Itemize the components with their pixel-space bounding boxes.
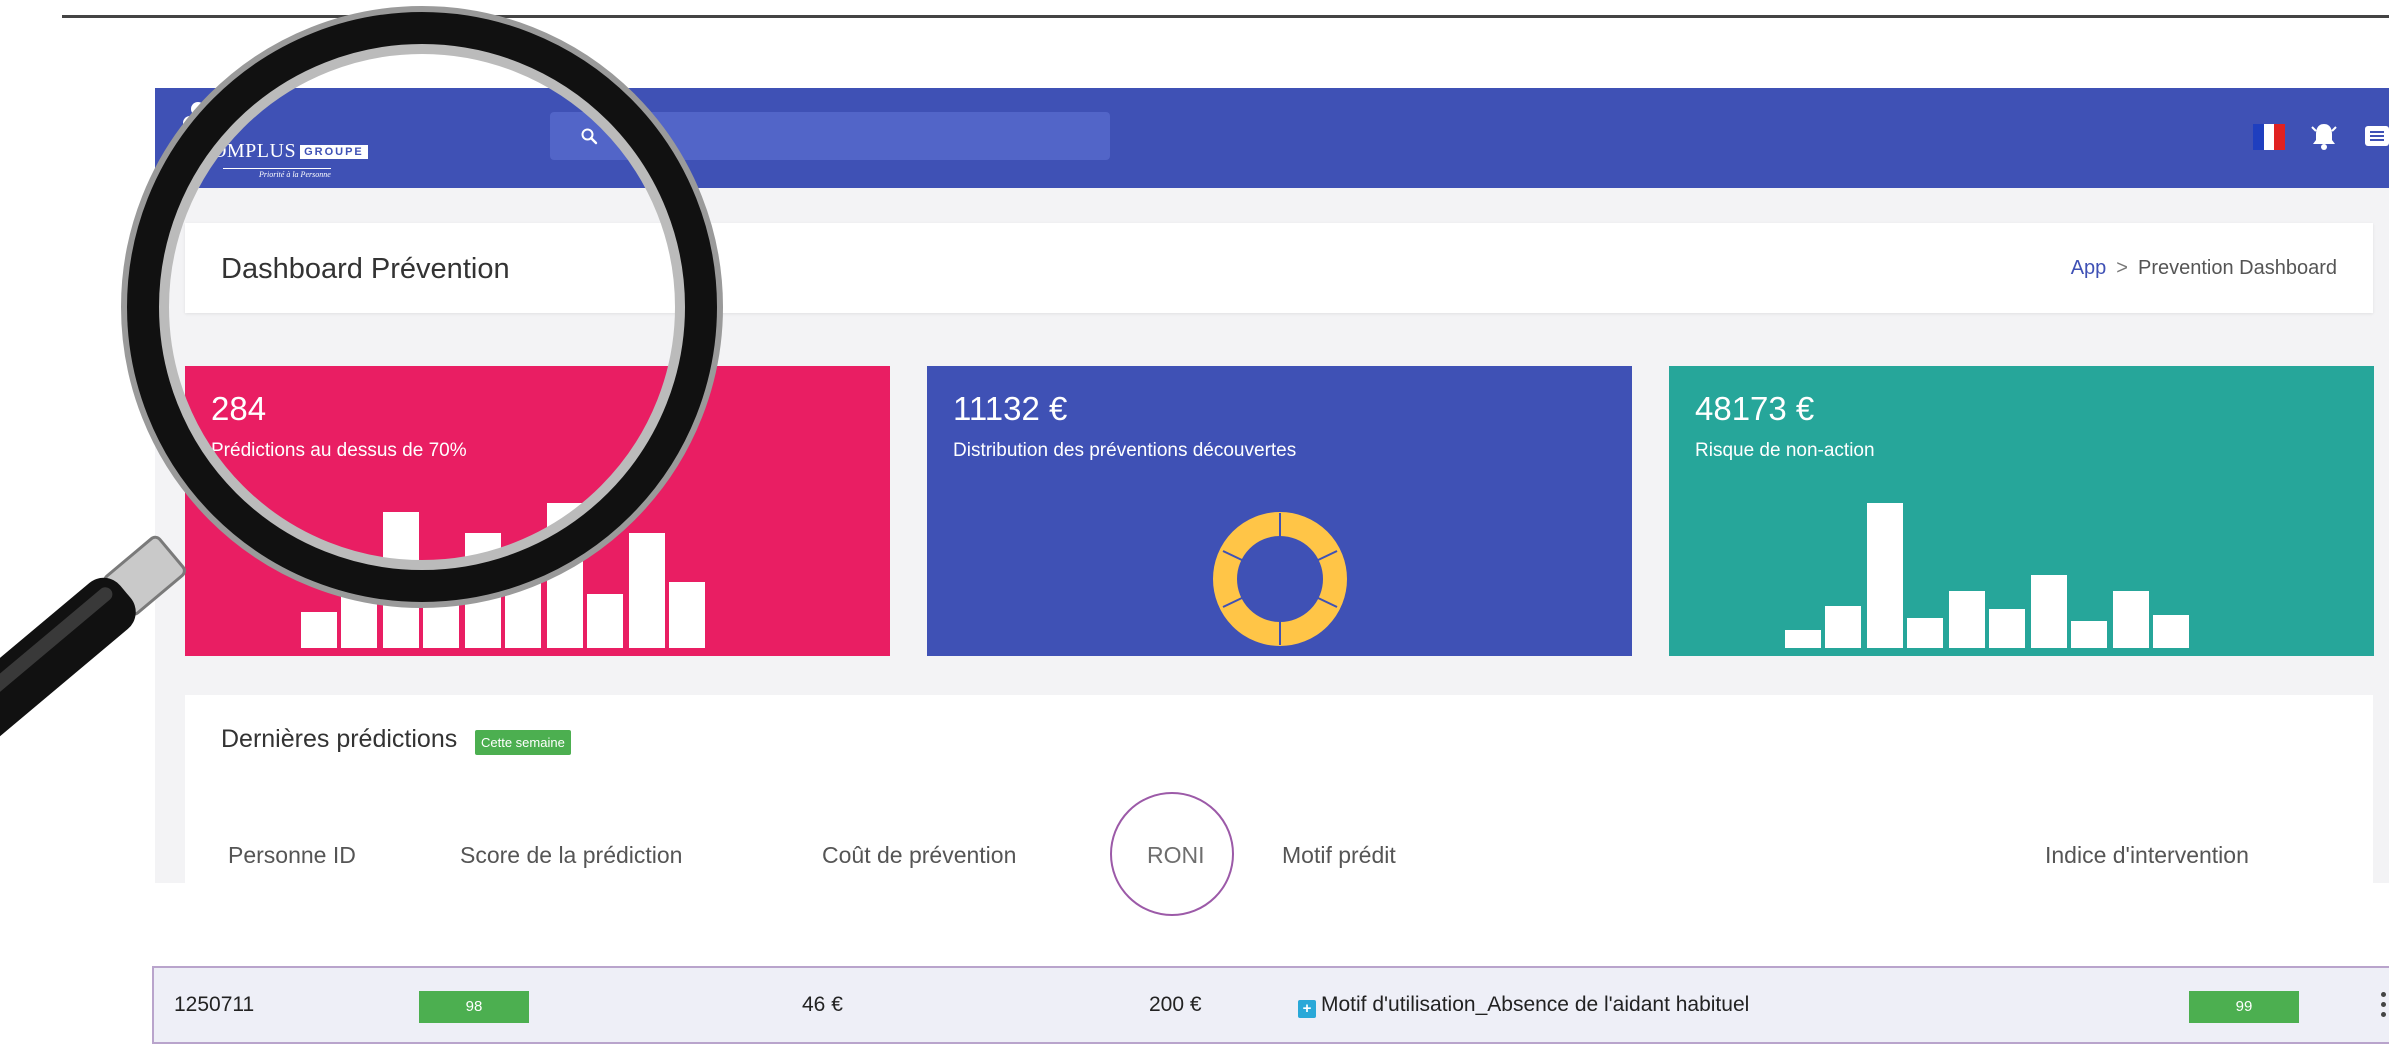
row-roni: 200 € [1149, 993, 1202, 1016]
stat-bar [465, 533, 501, 648]
logo-tagline: Priorité à la Personne [223, 168, 331, 179]
row-cost: 46 € [802, 993, 843, 1016]
stat-bar [383, 512, 419, 648]
breadcrumb: App > Prevention Dashboard [2071, 257, 2337, 280]
column-header-motif[interactable]: Motif prédit [1282, 842, 1396, 869]
stat-label: Risque de non-action [1695, 440, 1875, 461]
stat-bar [301, 612, 337, 648]
stat-bar [2113, 591, 2149, 648]
period-badge: Cette semaine [475, 730, 571, 755]
stat-card-risk[interactable]: 48173 € Risque de non-action [1669, 366, 2374, 656]
column-header-cost[interactable]: Coût de prévention [822, 842, 1016, 869]
stage: DOMPLUS GROUPE Priorité à la Personne Da… [0, 0, 2389, 1045]
stat-bar [669, 582, 705, 648]
bell-icon[interactable] [2310, 121, 2338, 151]
stat-bar [629, 533, 665, 648]
stat-bar [1785, 630, 1821, 648]
stat-bar [2071, 621, 2107, 648]
stat-bar [1989, 609, 2025, 648]
stat-bar [547, 503, 583, 648]
stat-value: 48173 € [1695, 390, 1815, 427]
column-header-indice[interactable]: Indice d'intervention [2045, 842, 2249, 869]
stat-label: Distribution des préventions découvertes [953, 440, 1297, 461]
dashboard-screen: DOMPLUS GROUPE Priorité à la Personne Da… [155, 88, 2389, 883]
stat-bar [423, 588, 459, 648]
stat-card-predictions[interactable]: 284 Prédictions au dessus de 70% [185, 366, 890, 656]
search-input[interactable] [550, 112, 1110, 160]
donut-chart [1213, 512, 1347, 646]
stat-bar [2153, 615, 2189, 648]
stat-value: 284 [211, 390, 267, 427]
row-motif-text: Motif d'utilisation_Absence de l'aidant … [1321, 993, 1750, 1016]
page-title: Dashboard Prévention [221, 253, 510, 285]
stat-bar-chart [1669, 488, 2374, 648]
table-row[interactable]: 1250711 98 46 € 200 € + Motif d'utilisati… [152, 966, 2389, 1044]
row-indice-badge: 99 [2189, 991, 2299, 1023]
breadcrumb-current: Prevention Dashboard [2137, 257, 2337, 279]
stat-label: Prédictions au dessus de 70% [211, 440, 467, 461]
search-icon [581, 128, 598, 145]
stat-bar [1825, 606, 1861, 648]
roni-highlight-circle [1110, 792, 1234, 916]
page-header: Dashboard Prévention App > Prevention Dash… [185, 223, 2373, 313]
predictions-card: Dernières prédictions Cette semaine Pers… [185, 695, 2373, 883]
row-actions-icon[interactable] [2381, 992, 2387, 1022]
stat-bar [1907, 618, 1943, 648]
row-motif: + Motif d'utilisation_Absence de l'aidant… [1298, 993, 1749, 1018]
menu-icon[interactable] [2365, 126, 2389, 146]
stat-card-distribution[interactable]: 11132 € Distribution des préventions déc… [927, 366, 1632, 656]
stat-bar [341, 563, 377, 648]
breadcrumb-separator: > [2116, 257, 2128, 279]
france-flag-icon[interactable] [2253, 124, 2286, 150]
stat-bar [1867, 503, 1903, 648]
column-header-id[interactable]: Personne ID [228, 842, 356, 869]
stat-bar [505, 569, 541, 648]
navbar: DOMPLUS GROUPE Priorité à la Personne [155, 88, 2389, 188]
predictions-title: Dernières prédictions [221, 725, 458, 753]
logo[interactable]: DOMPLUS GROUPE Priorité à la Personne [183, 98, 413, 179]
stat-bar [2031, 575, 2067, 648]
stat-bar-chart [185, 488, 890, 648]
stat-bar [1949, 591, 1985, 648]
breadcrumb-link-app[interactable]: App [2071, 257, 2107, 279]
row-score-badge: 98 [419, 991, 529, 1023]
logo-text: DOMPLUS GROUPE [197, 140, 368, 163]
row-person-id: 1250711 [174, 993, 255, 1016]
logo-mark-icon [183, 102, 223, 142]
logo-badge: GROUPE [300, 145, 368, 160]
column-header-score[interactable]: Score de la prédiction [460, 842, 682, 869]
stat-value: 11132 € [953, 390, 1068, 427]
expand-plus-icon[interactable]: + [1298, 1000, 1316, 1018]
top-rule [62, 15, 2389, 18]
stat-bar [587, 594, 623, 648]
